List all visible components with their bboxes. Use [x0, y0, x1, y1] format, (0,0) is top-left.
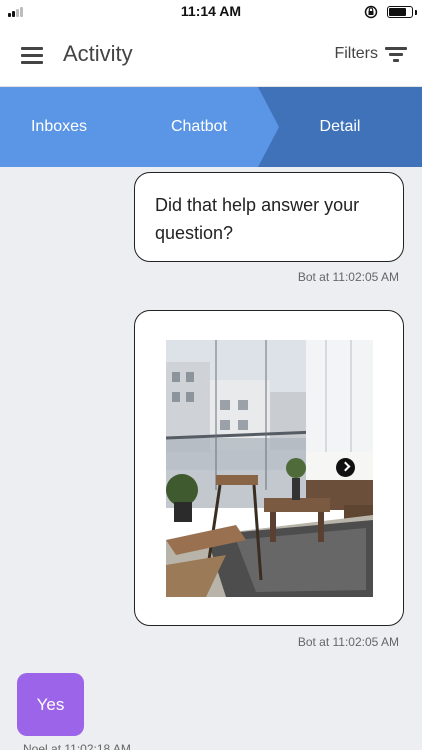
orientation-lock-icon: [364, 5, 378, 19]
user-message-bubble: Yes: [17, 673, 84, 736]
menu-icon[interactable]: [21, 46, 43, 64]
page-title: Activity: [63, 41, 133, 66]
app-header: Activity Filters: [0, 24, 422, 87]
bot-message-bubble: Did that help answer your question?: [134, 172, 404, 262]
bot-message-text: Did that help answer your question?: [155, 195, 360, 243]
message-timestamp: Bot at 11:02:05 AM: [297, 270, 399, 284]
filter-icon[interactable]: [385, 46, 407, 62]
message-timestamp: Bot at 11:02:05 AM: [297, 635, 399, 649]
status-time: 11:14 AM: [180, 3, 242, 19]
message-timestamp: Noel at 11:02:18 AM: [23, 742, 131, 750]
battery-cap: [415, 10, 417, 15]
battery-icon: [387, 6, 413, 18]
next-image-icon[interactable]: [336, 458, 355, 477]
status-bar: 11:14 AM: [0, 0, 422, 24]
balcony-photo[interactable]: [166, 340, 373, 597]
breadcrumb: Inboxes Chatbot Detail: [0, 87, 422, 167]
filters-button[interactable]: Filters: [334, 45, 378, 63]
bot-image-bubble[interactable]: [134, 310, 404, 626]
breadcrumb-item-detail: Detail: [319, 118, 361, 135]
breadcrumb-item-chatbot[interactable]: Chatbot: [140, 87, 258, 167]
breadcrumb-item-inboxes[interactable]: Inboxes: [0, 87, 118, 167]
